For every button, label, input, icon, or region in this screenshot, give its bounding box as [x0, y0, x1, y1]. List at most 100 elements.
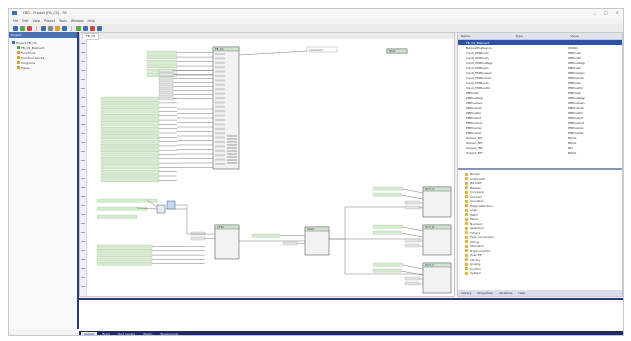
property-row[interactable]: Input_PMPlusIn PMPlusIn — [458, 80, 622, 85]
output-tab[interactable]: Breakpoints — [157, 332, 181, 335]
variable-input-box[interactable] — [100, 161, 160, 165]
variable-input-box[interactable] — [100, 96, 160, 101]
menu-tools[interactable]: Tools — [59, 19, 67, 23]
output-tab[interactable]: Watch — [140, 332, 155, 335]
out-b-block[interactable] — [422, 224, 452, 256]
variable-box[interactable] — [404, 281, 420, 286]
variable-input-box[interactable] — [100, 109, 160, 114]
variable-input-box[interactable] — [96, 244, 153, 249]
variable-input-box[interactable] — [100, 131, 160, 135]
variable-input-box[interactable] — [100, 101, 160, 105]
property-row[interactable]: Output_BIT BOOL — [458, 135, 622, 140]
property-row[interactable]: Input_PMPlusIn PMPlusIn — [458, 55, 622, 60]
variable-input-box[interactable] — [100, 144, 160, 148]
menu-window[interactable]: Window — [71, 19, 84, 23]
variable-input-box[interactable] — [100, 157, 160, 161]
property-row[interactable]: PMPlusCal PMPlusCal — [458, 125, 622, 130]
variable-input-box[interactable] — [96, 257, 153, 262]
property-row[interactable]: NameOfCategory WORD — [458, 45, 622, 50]
menu-help[interactable]: Help — [87, 19, 94, 23]
close-button[interactable]: × — [616, 10, 619, 15]
right-panel-tab[interactable]: Properties — [478, 291, 493, 295]
toolbar-button-icon[interactable] — [27, 25, 32, 31]
variable-box[interactable] — [158, 80, 174, 85]
variable-input-box[interactable] — [100, 152, 160, 157]
variable-box[interactable] — [158, 96, 174, 101]
property-row[interactable]: PMPlusOut PMPlusOut — [458, 120, 622, 125]
variable-input-box[interactable] — [100, 139, 160, 144]
variable-input-box[interactable] — [146, 59, 178, 64]
property-row[interactable]: Input_PMPlusIn PMPlusIn — [458, 65, 622, 70]
property-row[interactable]: PMPlusInit PMPlusInit — [458, 115, 622, 120]
property-row[interactable]: Input_PMPlusPol PMPlusPol — [458, 85, 622, 90]
variable-input-box[interactable] — [251, 233, 281, 238]
toolbar-button-icon[interactable] — [55, 25, 60, 31]
menu-edit[interactable]: Edit — [22, 19, 28, 23]
variable-input-box[interactable] — [96, 206, 148, 211]
column-name[interactable]: Name — [458, 34, 513, 38]
variable-box[interactable] — [404, 200, 420, 205]
variable-input-box[interactable] — [100, 122, 160, 127]
property-row[interactable]: Input_PMPlusRegr PMPlusRegr — [458, 60, 622, 65]
menu-view[interactable]: View — [33, 19, 41, 23]
minimize-button[interactable]: _ — [594, 10, 596, 15]
variable-input-box[interactable] — [100, 169, 160, 174]
property-row[interactable]: Output_INT INT — [458, 145, 622, 150]
variable-box[interactable] — [404, 276, 420, 281]
variable-input-box[interactable] — [100, 148, 160, 152]
variable-input-box[interactable] — [372, 268, 402, 273]
variable-input-box[interactable] — [372, 192, 402, 197]
variable-input-box[interactable] — [146, 55, 178, 59]
selected-block[interactable] — [166, 200, 176, 210]
library-item[interactable]: System — [458, 271, 622, 276]
column-type[interactable]: Type — [513, 34, 568, 38]
variable-input-box[interactable] — [372, 230, 402, 235]
ctrl-block[interactable] — [214, 224, 240, 260]
toolbar-button-icon[interactable] — [20, 25, 25, 31]
variable-box[interactable] — [404, 205, 420, 210]
property-row[interactable]: PMPlusIn PMPlusIn — [458, 90, 622, 95]
right-panel-tab[interactable]: Library — [461, 291, 472, 295]
variable-input-box[interactable] — [100, 114, 160, 118]
variable-box[interactable] — [158, 76, 174, 81]
variable-box[interactable] — [158, 88, 174, 93]
output-tab[interactable]: Output — [81, 331, 98, 335]
variable-input-box[interactable] — [96, 262, 153, 266]
out-c-block[interactable] — [422, 262, 452, 294]
toolbar-button-icon[interactable] — [13, 25, 18, 31]
variable-input-box[interactable] — [100, 178, 160, 183]
out-a-block[interactable] — [422, 186, 452, 218]
toolbar-button-icon[interactable] — [76, 25, 81, 31]
property-row[interactable]: PMPlusPol PMPlusPol — [458, 110, 622, 115]
variable-input-box[interactable] — [146, 50, 178, 55]
variable-input-box[interactable] — [100, 126, 160, 131]
property-row[interactable]: Output_BIT BOOL — [458, 150, 622, 155]
variable-box[interactable] — [404, 238, 420, 243]
variable-box[interactable] — [190, 231, 206, 236]
variable-input-box[interactable] — [100, 118, 160, 122]
toolbar-button-icon[interactable] — [83, 25, 88, 31]
fbd-diagram[interactable]: FB_CS Comment CTRL CALC OUT_A OUT_B OUT_C MOV — [87, 39, 455, 297]
variable-input-box[interactable] — [96, 214, 138, 219]
variable-box[interactable] — [282, 241, 298, 246]
toolbar-button-icon[interactable] — [97, 25, 102, 31]
output-tab[interactable]: Build — [99, 332, 113, 335]
variable-box[interactable] — [158, 92, 174, 97]
toolbar-button-icon[interactable] — [62, 25, 67, 31]
toolbar-button-icon[interactable] — [41, 25, 46, 31]
variable-box[interactable] — [158, 72, 174, 77]
variable-input-box[interactable] — [96, 253, 153, 257]
right-panel-tab[interactable]: Variables — [499, 291, 513, 295]
small-block[interactable] — [156, 204, 166, 214]
toolbar-button-icon[interactable] — [90, 25, 95, 31]
variable-input-box[interactable] — [96, 249, 153, 253]
variable-input-box[interactable] — [100, 105, 160, 109]
fbd-editor[interactable]: FB_CS FB_CS Comment CTRL CALC OUT_A OUT_B OUT_… — [79, 32, 455, 297]
menu-project[interactable]: Project — [44, 19, 55, 23]
property-row[interactable]: Input_PMPlusGen PMPlusGen — [458, 70, 622, 75]
variable-input-box[interactable] — [100, 135, 160, 140]
property-row[interactable]: Output_BIT BOOL — [458, 140, 622, 145]
column-value[interactable]: Value — [567, 34, 622, 38]
diagram-area[interactable]: FB_CS Comment CTRL CALC OUT_A OUT_B OUT_C MOV — [87, 39, 454, 296]
output-tab[interactable]: Find results — [115, 332, 138, 335]
